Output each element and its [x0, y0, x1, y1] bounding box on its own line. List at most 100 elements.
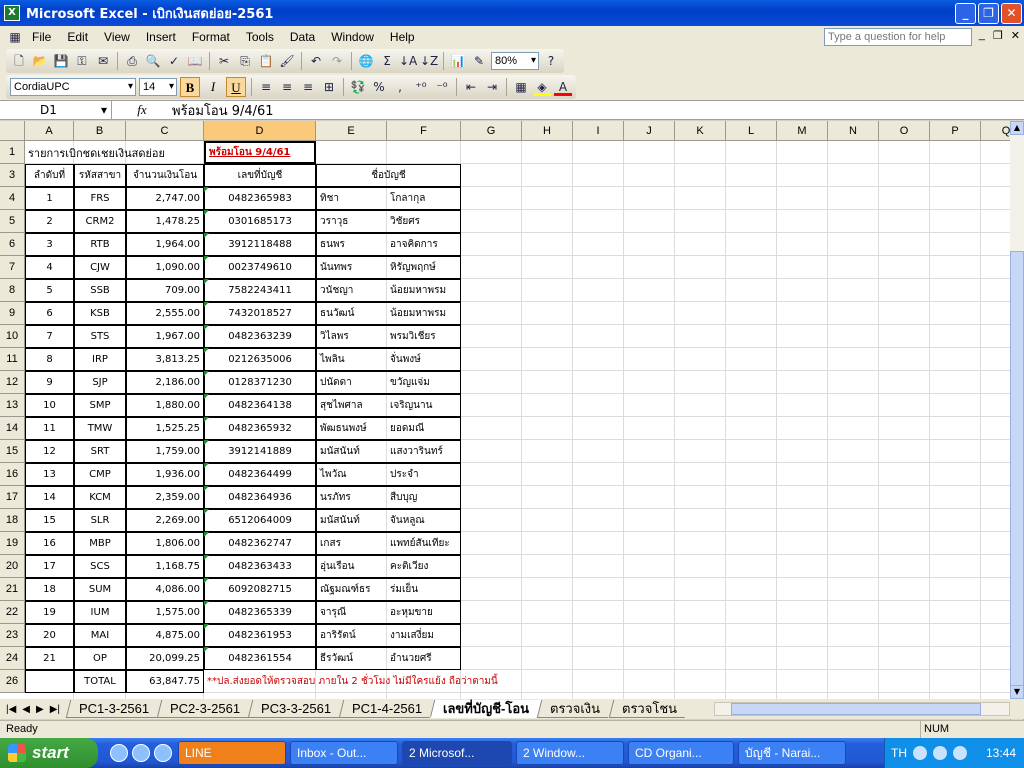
cell-no[interactable]: 6: [25, 302, 74, 325]
menu-window[interactable]: Window: [323, 30, 382, 44]
first-sheet-icon[interactable]: |◀: [6, 704, 16, 715]
sort-ascending-icon[interactable]: ↓A: [399, 52, 417, 70]
column-header[interactable]: B: [74, 121, 126, 141]
cell-account-no[interactable]: 3912118488: [204, 233, 316, 256]
column-header[interactable]: K: [675, 121, 726, 141]
doc-close-icon[interactable]: ✕: [1011, 29, 1020, 42]
cell-last-name[interactable]: น้อยมหาพรม: [387, 279, 461, 302]
cell-last-name[interactable]: คะติเวียง: [387, 555, 461, 578]
permission-icon[interactable]: ⚿: [73, 52, 91, 70]
column-header[interactable]: I: [573, 121, 624, 141]
column-header[interactable]: O: [879, 121, 930, 141]
cell-branch-code[interactable]: IRP: [74, 348, 126, 371]
row-header[interactable]: 13: [0, 394, 25, 417]
name-box[interactable]: D1: [0, 101, 112, 119]
cell-amount[interactable]: 4,875.00: [126, 624, 204, 647]
cell-last-name[interactable]: งามเสงี่ยม: [387, 624, 461, 647]
cell-amount[interactable]: 1,806.00: [126, 532, 204, 555]
next-sheet-icon[interactable]: ▶: [36, 704, 44, 715]
menu-data[interactable]: Data: [282, 30, 323, 44]
comma-style-button[interactable]: ,: [391, 78, 409, 96]
header-amount[interactable]: จำนวนเงินโอน: [126, 164, 204, 187]
doc-restore-icon[interactable]: ❐: [993, 29, 1003, 42]
vertical-scrollbar[interactable]: ▲ ▼: [1010, 121, 1024, 767]
doc-minimize-icon[interactable]: _: [979, 29, 985, 42]
cell-account-no[interactable]: 7582243411: [204, 279, 316, 302]
italic-button[interactable]: I: [203, 77, 223, 97]
cell-last-name[interactable]: ขวัญแจ่ม: [387, 371, 461, 394]
cell-last-name[interactable]: พรมวิเชียร: [387, 325, 461, 348]
cell-branch-code[interactable]: CMP: [74, 463, 126, 486]
cell-no[interactable]: 9: [25, 371, 74, 394]
task-chrome[interactable]: บัญชี - Narai...: [738, 741, 846, 765]
cell-branch-code[interactable]: SMP: [74, 394, 126, 417]
task-windows[interactable]: 2 Window...: [516, 741, 624, 765]
outlook-icon[interactable]: [132, 744, 150, 762]
ie-icon[interactable]: [110, 744, 128, 762]
row-header[interactable]: 16: [0, 463, 25, 486]
underline-button[interactable]: U: [226, 77, 246, 97]
row-header[interactable]: 6: [0, 233, 25, 256]
cell-first-name[interactable]: เกสร: [316, 532, 387, 555]
cell-account-no[interactable]: 0482361554: [204, 647, 316, 670]
cell-last-name[interactable]: โกลากุล: [387, 187, 461, 210]
cell-amount[interactable]: 1,478.25: [126, 210, 204, 233]
decrease-indent-icon[interactable]: ⇤: [462, 78, 480, 96]
cell-branch-code[interactable]: RTB: [74, 233, 126, 256]
cell-last-name[interactable]: อะหุมขาย: [387, 601, 461, 624]
tray-chevron-icon[interactable]: [913, 746, 927, 760]
task-cd-organizer[interactable]: CD Organi...: [628, 741, 734, 765]
row-header[interactable]: 17: [0, 486, 25, 509]
menu-insert[interactable]: Insert: [138, 30, 184, 44]
row-header[interactable]: 18: [0, 509, 25, 532]
cell-first-name[interactable]: วนัชญา: [316, 279, 387, 302]
cell-branch-code[interactable]: CJW: [74, 256, 126, 279]
cell-amount[interactable]: 709.00: [126, 279, 204, 302]
cell-account-no[interactable]: 0482364138: [204, 394, 316, 417]
percent-button[interactable]: %: [370, 78, 388, 96]
sort-descending-icon[interactable]: ↓Z: [420, 52, 438, 70]
cell-account-no[interactable]: 3912141889: [204, 440, 316, 463]
cell-first-name[interactable]: ณัฐมณฑ์ธร: [316, 578, 387, 601]
new-icon[interactable]: 🗋: [10, 52, 28, 70]
redo-icon[interactable]: ↷: [328, 52, 346, 70]
cell-no[interactable]: 5: [25, 279, 74, 302]
row-header[interactable]: 3: [0, 164, 25, 187]
cell-last-name[interactable]: หิรัญพฤกษ์: [387, 256, 461, 279]
cell-amount[interactable]: 2,186.00: [126, 371, 204, 394]
row-header[interactable]: 21: [0, 578, 25, 601]
cell-no[interactable]: 13: [25, 463, 74, 486]
sheet-tab[interactable]: PC1-4-2561: [339, 700, 435, 718]
font-color-icon[interactable]: A: [554, 78, 572, 96]
cell-account-no[interactable]: 6092082715: [204, 578, 316, 601]
row-header[interactable]: 19: [0, 532, 25, 555]
row-header[interactable]: 1: [0, 141, 25, 164]
sheet-tab[interactable]: ตรวจโชน: [608, 700, 689, 718]
cell-first-name[interactable]: วิไลพร: [316, 325, 387, 348]
sheet-tab[interactable]: PC3-3-2561: [247, 700, 344, 718]
format-painter-icon[interactable]: 🖌: [278, 52, 296, 70]
merge-center-icon[interactable]: ⊞: [320, 78, 338, 96]
column-header[interactable]: F: [387, 121, 461, 141]
cell-first-name[interactable]: สุชไพศาล: [316, 394, 387, 417]
cell-branch-code[interactable]: OP: [74, 647, 126, 670]
align-left-icon[interactable]: ≡: [257, 78, 275, 96]
align-right-icon[interactable]: ≡: [299, 78, 317, 96]
cell-amount[interactable]: 1,759.00: [126, 440, 204, 463]
cell-branch-code[interactable]: SSB: [74, 279, 126, 302]
cell-first-name[interactable]: ไพวัณ: [316, 463, 387, 486]
sheet-tab[interactable]: PC1-3-2561: [65, 700, 162, 718]
cell-account-no[interactable]: 0482365983: [204, 187, 316, 210]
close-button[interactable]: ✕: [1001, 3, 1022, 24]
cell-no[interactable]: 7: [25, 325, 74, 348]
spelling-icon[interactable]: ✓: [165, 52, 183, 70]
open-icon[interactable]: 📂: [31, 52, 49, 70]
cell-branch-code[interactable]: MAI: [74, 624, 126, 647]
cell-account-no[interactable]: 0128371230: [204, 371, 316, 394]
cell-first-name[interactable]: จารุณี: [316, 601, 387, 624]
cell-first-name[interactable]: อุ่นเรือน: [316, 555, 387, 578]
cell-branch-code[interactable]: CRM2: [74, 210, 126, 233]
cell-amount[interactable]: 3,813.25: [126, 348, 204, 371]
row-header[interactable]: 23: [0, 624, 25, 647]
cell-first-name[interactable]: ธนวัฒน์: [316, 302, 387, 325]
